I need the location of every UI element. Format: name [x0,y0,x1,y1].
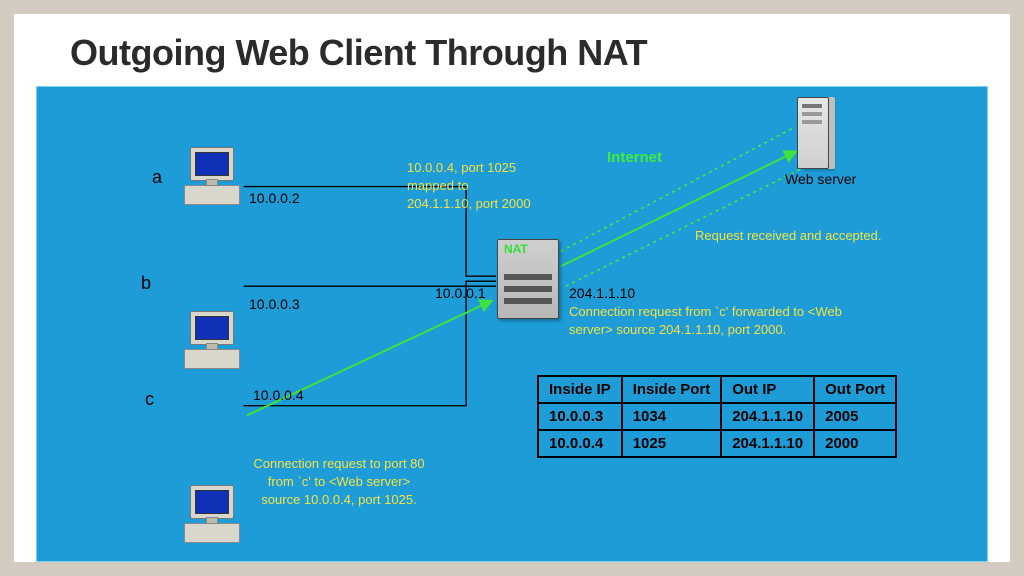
host-c-ip: 10.0.0.4 [253,387,304,403]
col-out-ip: Out IP [721,376,814,403]
forward-annotation: Connection request from `c' forwarded to… [569,303,859,339]
nat-table-container: Inside IP Inside Port Out IP Out Port 10… [537,375,897,458]
mapping-line2: mapped to [407,177,607,195]
host-c-letter: c [145,389,154,410]
mapping-line3: 204.1.1.10, port 2000 [407,195,607,213]
nat-inside-ip: 10.0.0.1 [435,285,486,301]
conn-req-line2: from `c' to <Web server> [229,473,449,491]
host-b-computer-icon [182,311,240,369]
nat-outside-ip: 204.1.1.10 [569,285,635,301]
web-server-icon [797,97,829,169]
diagram-canvas: a 10.0.0.2 b 10.0.0.3 c 10.0.0.4 NAT 10.… [36,86,988,562]
table-header-row: Inside IP Inside Port Out IP Out Port [538,376,896,403]
host-b-ip: 10.0.0.3 [249,296,300,312]
table-row: 10.0.0.4 1025 204.1.1.10 2000 [538,430,896,457]
host-b-letter: b [141,273,151,294]
nat-table: Inside IP Inside Port Out IP Out Port 10… [537,375,897,458]
nat-router-icon: NAT [497,239,559,319]
mapping-annotation: 10.0.0.4, port 1025 mapped to 204.1.1.10… [407,159,607,214]
request-accepted-annotation: Request received and accepted. [695,227,955,245]
host-a-letter: a [152,167,162,188]
internet-label: Internet [607,149,662,166]
mapping-line1: 10.0.0.4, port 1025 [407,159,607,177]
nat-label: NAT [504,242,528,256]
page-title: Outgoing Web Client Through NAT [70,32,647,74]
col-inside-ip: Inside IP [538,376,622,403]
col-inside-port: Inside Port [622,376,722,403]
col-out-port: Out Port [814,376,896,403]
web-server-label: Web server [785,171,856,187]
slide: Outgoing Web Client Through NAT a [14,14,1010,562]
table-row: 10.0.0.3 1034 204.1.1.10 2005 [538,403,896,430]
host-a-computer-icon [182,147,240,205]
host-a-ip: 10.0.0.2 [249,190,300,206]
conn-req-line1: Connection request to port 80 [253,456,424,471]
conn-req-line3: source 10.0.0.4, port 1025. [229,491,449,509]
connection-request-annotation: Connection request to port 80 from `c' t… [229,455,449,510]
